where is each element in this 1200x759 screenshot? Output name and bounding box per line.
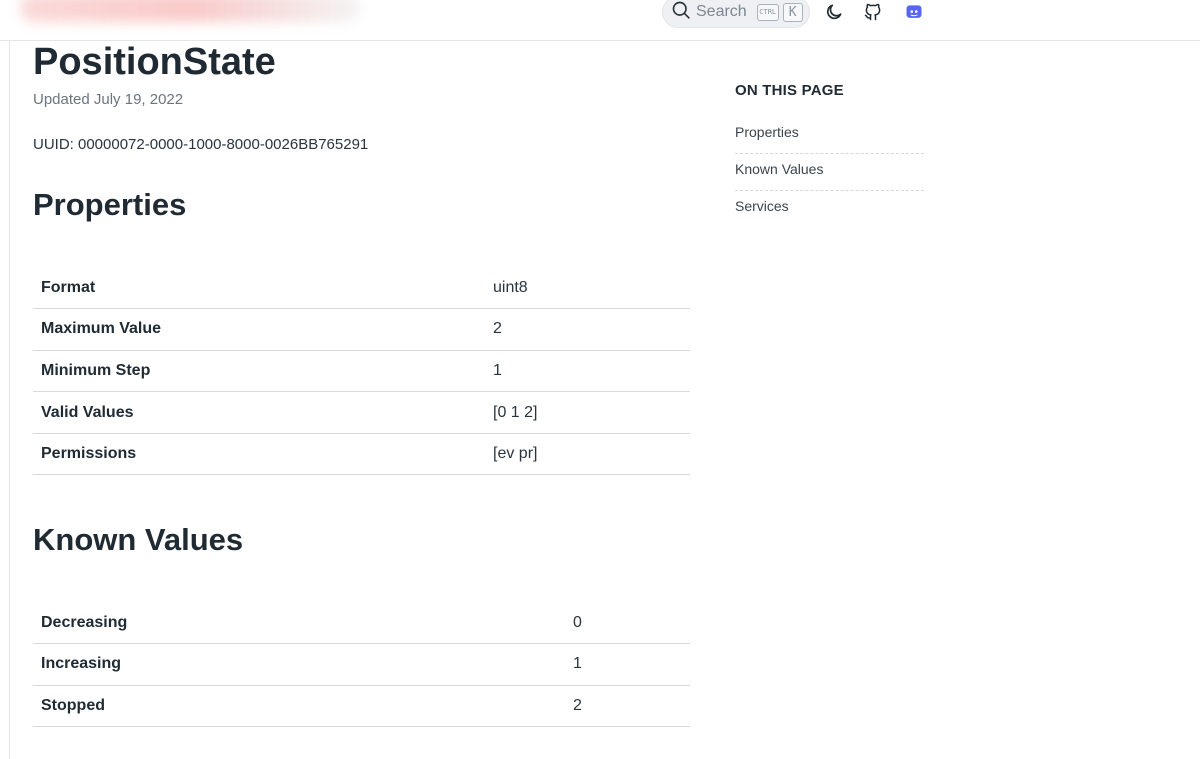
on-this-page-nav: ON THIS PAGE Properties Known Values Ser… xyxy=(735,82,924,228)
toc-item-properties[interactable]: Properties xyxy=(735,117,924,154)
github-link[interactable] xyxy=(861,2,885,26)
search-label: Search xyxy=(696,3,747,20)
table-row: Decreasing 0 xyxy=(33,602,690,645)
property-key: Format xyxy=(33,267,493,310)
page-title: PositionState xyxy=(33,41,276,83)
discord-icon xyxy=(904,2,924,27)
property-value: 1 xyxy=(493,350,690,393)
table-row: Permissions [ev pr] xyxy=(33,433,690,476)
toc-item-services[interactable]: Services xyxy=(735,191,924,228)
known-value-name: Stopped xyxy=(33,685,573,728)
property-key: Minimum Step xyxy=(33,350,493,393)
discord-link[interactable] xyxy=(902,2,926,26)
properties-table: Format uint8 Maximum Value 2 Minimum Ste… xyxy=(33,267,690,476)
property-value: 2 xyxy=(493,308,690,351)
property-value: uint8 xyxy=(493,267,690,310)
github-icon xyxy=(863,2,883,27)
uuid-text: UUID: 00000072-0000-1000-8000-0026BB7652… xyxy=(33,136,369,153)
search-button[interactable]: Search CTRL K xyxy=(662,0,810,28)
toc-list: Properties Known Values Services xyxy=(735,117,924,228)
toc-item-known-values[interactable]: Known Values xyxy=(735,154,924,191)
toc-title: ON THIS PAGE xyxy=(735,82,844,99)
site-logo[interactable] xyxy=(20,0,360,22)
table-row: Format uint8 xyxy=(33,267,690,310)
top-bar: Search CTRL K xyxy=(0,0,1200,41)
updated-date: Updated July 19, 2022 xyxy=(33,91,184,108)
property-key: Valid Values xyxy=(33,391,493,434)
table-row: Maximum Value 2 xyxy=(33,308,690,351)
known-values-heading: Known Values xyxy=(33,522,244,557)
known-values-table: Decreasing 0 Increasing 1 Stopped 2 xyxy=(33,602,690,728)
known-value-name: Decreasing xyxy=(33,602,573,645)
table-row: Minimum Step 1 xyxy=(33,350,690,393)
table-row: Increasing 1 xyxy=(33,643,690,686)
theme-toggle-button[interactable] xyxy=(822,2,846,26)
properties-heading: Properties xyxy=(33,187,187,222)
property-key: Permissions xyxy=(33,433,493,476)
sidebar-divider xyxy=(9,41,10,759)
shortcut-k-key: K xyxy=(782,2,803,22)
moon-icon xyxy=(824,2,844,27)
known-value-number: 2 xyxy=(573,685,690,728)
known-value-number: 1 xyxy=(573,643,690,686)
table-row: Valid Values [0 1 2] xyxy=(33,391,690,434)
property-value: [0 1 2] xyxy=(493,391,690,434)
table-row: Stopped 2 xyxy=(33,685,690,728)
property-key: Maximum Value xyxy=(33,308,493,351)
known-value-name: Increasing xyxy=(33,643,573,686)
known-value-number: 0 xyxy=(573,602,690,645)
property-value: [ev pr] xyxy=(493,433,690,476)
shortcut-ctrl-key: CTRL xyxy=(756,3,779,21)
search-icon xyxy=(671,0,691,25)
